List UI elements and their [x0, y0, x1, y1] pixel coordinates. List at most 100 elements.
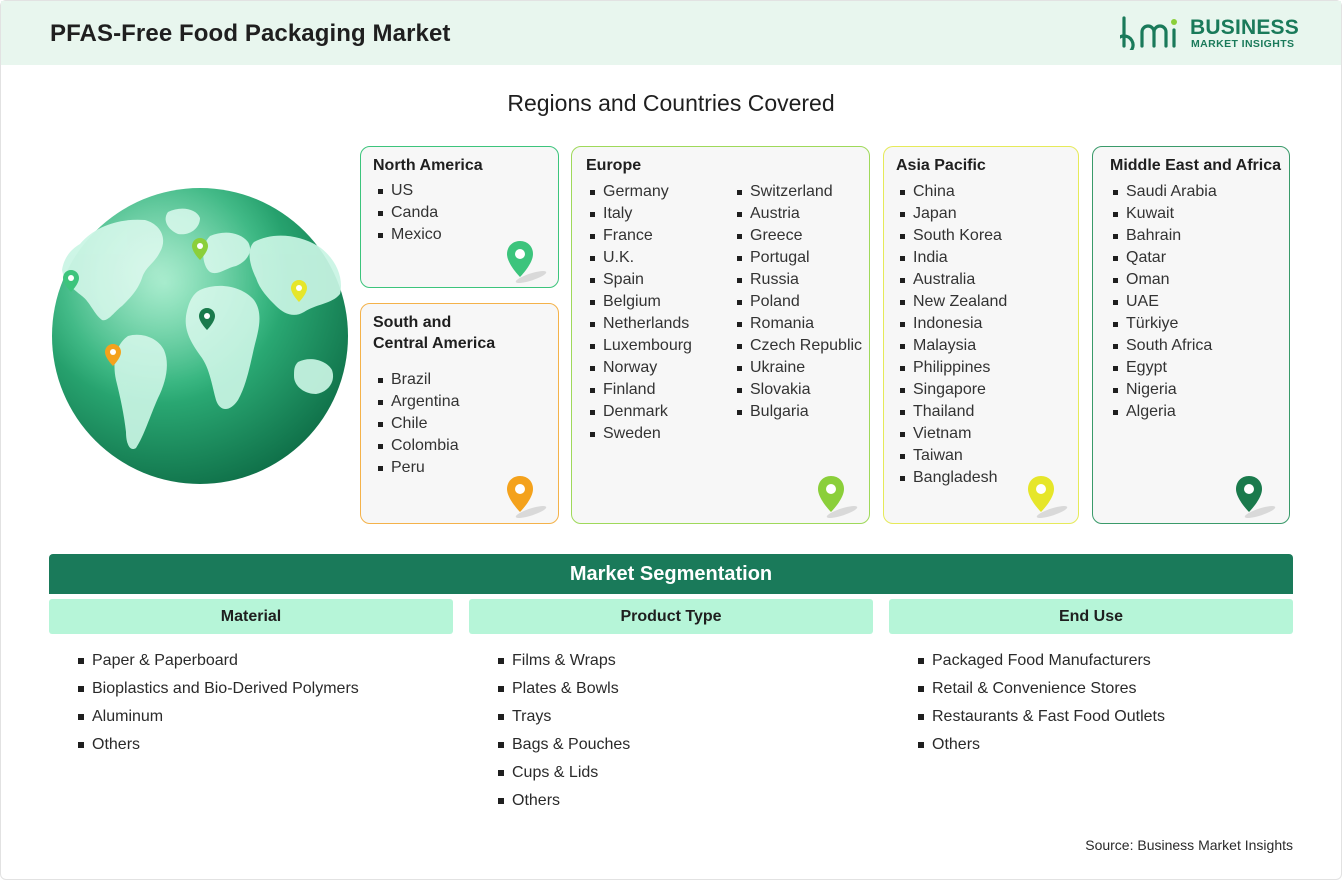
country-list-col2: Switzerland Austria Greece Portugal Russ… [734, 181, 862, 423]
regions-title: Regions and Countries Covered [507, 90, 835, 116]
list-item: Australia [897, 269, 1007, 291]
list-item: Slovakia [734, 379, 862, 401]
list-item: Others [498, 790, 630, 818]
card-europe: Europe Germany Italy France U.K. Spain B… [571, 146, 870, 524]
list-item: Peru [375, 457, 460, 479]
card-middle-east-africa: Middle East and Africa Saudi Arabia Kuwa… [1092, 146, 1290, 524]
list-item: Finland [587, 379, 692, 401]
list-item: Packaged Food Manufacturers [918, 650, 1165, 678]
list-item: Bags & Pouches [498, 734, 630, 762]
list-item: Others [918, 734, 1165, 762]
list-item: Cups & Lids [498, 762, 630, 790]
card-south-central-america: South and Central America Brazil Argenti… [360, 303, 559, 524]
list-item: Japan [897, 203, 1007, 225]
country-list-col1: Germany Italy France U.K. Spain Belgium … [587, 181, 692, 445]
list-item: Norway [587, 357, 692, 379]
list-item: Qatar [1110, 247, 1217, 269]
card-title: Europe [586, 157, 642, 174]
list-item: India [897, 247, 1007, 269]
list-item: Paper & Paperboard [78, 650, 359, 678]
card-title: North America [373, 157, 483, 174]
segment-header-product-type: Product Type [469, 599, 873, 634]
list-item: New Zealand [897, 291, 1007, 313]
list-item: Romania [734, 313, 862, 335]
list-item: Austria [734, 203, 862, 225]
list-item: Aluminum [78, 706, 359, 734]
list-item: Luxembourg [587, 335, 692, 357]
list-item: Bahrain [1110, 225, 1217, 247]
list-item: Indonesia [897, 313, 1007, 335]
list-item: Ukraine [734, 357, 862, 379]
list-item: Bangladesh [897, 467, 1007, 489]
page-title: PFAS-Free Food Packaging Market [50, 20, 451, 47]
segment-list-end-use: Packaged Food Manufacturers Retail & Con… [918, 650, 1165, 762]
list-item: Bulgaria [734, 401, 862, 423]
segment-header-material: Material [49, 599, 453, 634]
list-item: Denmark [587, 401, 692, 423]
list-item: Greece [734, 225, 862, 247]
list-item: Czech Republic [734, 335, 862, 357]
segment-list-material: Paper & Paperboard Bioplastics and Bio-D… [78, 650, 359, 762]
list-item: Argentina [375, 391, 460, 413]
map-pin-icon [1028, 476, 1068, 518]
list-item: Nigeria [1110, 379, 1217, 401]
list-item: Colombia [375, 435, 460, 457]
list-item: Russia [734, 269, 862, 291]
segment-header-end-use: End Use [889, 599, 1293, 634]
list-item: Plates & Bowls [498, 678, 630, 706]
list-item: Mexico [375, 224, 442, 246]
list-item: U.K. [587, 247, 692, 269]
logo-brand-line1: BUSINESS [1190, 16, 1299, 39]
list-item: Vietnam [897, 423, 1007, 445]
country-list: Saudi Arabia Kuwait Bahrain Qatar Oman U… [1110, 181, 1217, 423]
list-item: Bioplastics and Bio-Derived Polymers [78, 678, 359, 706]
list-item: Sweden [587, 423, 692, 445]
bmi-logo-mark [1120, 16, 1177, 50]
list-item: Egypt [1110, 357, 1217, 379]
list-item: Brazil [375, 369, 460, 391]
list-item: Portugal [734, 247, 862, 269]
list-item: Others [78, 734, 359, 762]
country-list: China Japan South Korea India Australia … [897, 181, 1007, 489]
card-title: Middle East and Africa [1110, 157, 1281, 174]
list-item: Oman [1110, 269, 1217, 291]
list-item: US [375, 180, 442, 202]
list-item: Netherlands [587, 313, 692, 335]
list-item: Taiwan [897, 445, 1007, 467]
list-item: Spain [587, 269, 692, 291]
card-title: Asia Pacific [896, 157, 986, 174]
list-item: Kuwait [1110, 203, 1217, 225]
country-list: Brazil Argentina Chile Colombia Peru [375, 369, 460, 479]
logo-brand-line2: MARKET INSIGHTS [1191, 38, 1295, 50]
map-pin-icon [1236, 476, 1276, 518]
bmi-logo: BUSINESS MARKET INSIGHTS [1120, 14, 1300, 54]
card-north-america: North America US Canda Mexico [360, 146, 559, 288]
list-item: Belgium [587, 291, 692, 313]
list-item: Philippines [897, 357, 1007, 379]
list-item: Singapore [897, 379, 1007, 401]
card-title-line2: Central America [373, 335, 496, 352]
list-item: Thailand [897, 401, 1007, 423]
list-item: Chile [375, 413, 460, 435]
list-item: Germany [587, 181, 692, 203]
map-pin-icon [507, 241, 547, 283]
list-item: Trays [498, 706, 630, 734]
list-item: Retail & Convenience Stores [918, 678, 1165, 706]
source-note: Source: Business Market Insights [1085, 837, 1293, 853]
list-item: Saudi Arabia [1110, 181, 1217, 203]
list-item: Algeria [1110, 401, 1217, 423]
list-item: Italy [587, 203, 692, 225]
card-asia-pacific: Asia Pacific China Japan South Korea Ind… [883, 146, 1079, 524]
list-item: China [897, 181, 1007, 203]
country-list: US Canda Mexico [375, 180, 442, 246]
list-item: South Korea [897, 225, 1007, 247]
map-pin-icon [507, 476, 547, 518]
globe-illustration [52, 188, 348, 484]
list-item: Malaysia [897, 335, 1007, 357]
card-title: South and Central America [373, 312, 495, 354]
list-item: Canda [375, 202, 442, 224]
list-item: UAE [1110, 291, 1217, 313]
list-item: Restaurants & Fast Food Outlets [918, 706, 1165, 734]
list-item: Switzerland [734, 181, 862, 203]
card-title-line1: South and [373, 314, 452, 331]
